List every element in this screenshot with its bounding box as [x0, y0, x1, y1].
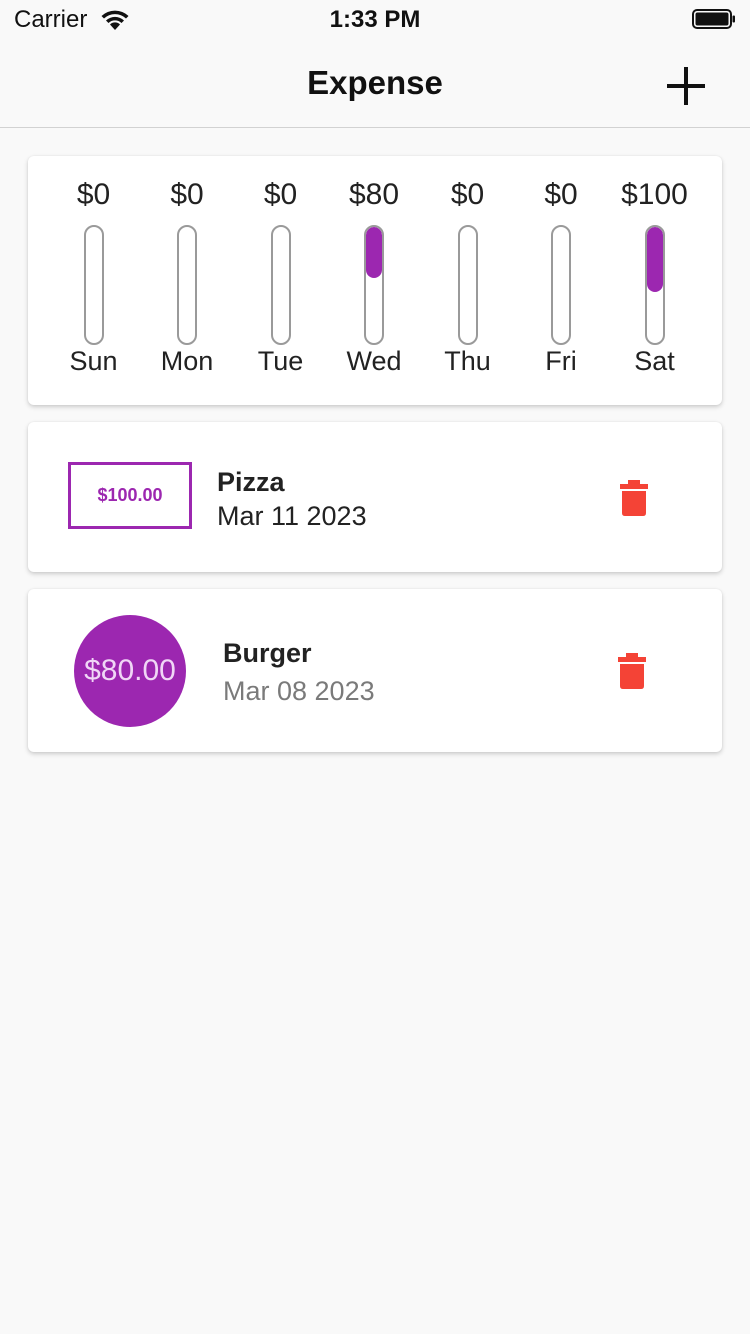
chart-bar-track — [364, 225, 384, 345]
chart-column-tue: $0 Tue — [234, 156, 327, 405]
trash-icon[interactable] — [617, 652, 647, 690]
chart-value-label: $100 — [621, 178, 688, 211]
chart-column-sat: $100 Sat — [608, 156, 701, 405]
transaction-card-pizza: $100.00 Pizza Mar 11 2023 — [28, 422, 722, 572]
chart-value-label: $0 — [170, 178, 204, 211]
chart-day-label: Mon — [160, 346, 214, 376]
chart-bar-fill — [646, 227, 663, 292]
chart-bar-track — [177, 225, 197, 345]
app-bar: Expense — [0, 40, 750, 128]
chart-bar-track — [644, 225, 665, 345]
battery-icon — [692, 9, 735, 29]
chart-bar-fill — [366, 227, 382, 279]
transaction-date: Mar 08 2023 — [223, 676, 375, 706]
chart-day-label: Wed — [346, 346, 402, 376]
chart-value-label: $0 — [544, 178, 578, 211]
chart-day-label: Tue — [257, 346, 304, 376]
chart-column-sun: $0 Sun — [47, 156, 140, 405]
weekly-chart-card: $0 Sun $0 Mon $0 Tue $80 Wed $0 Thu $0 Fri $100 Sat — [28, 156, 722, 405]
status-bar: Carrier 1:33 PM — [0, 0, 750, 40]
chart-value-label: $80 — [348, 178, 400, 211]
chart-column-mon: $0 Mon — [141, 156, 234, 405]
chart-value-label: $0 — [450, 178, 485, 211]
chart-day-label: Sun — [69, 346, 118, 376]
page-title: Expense — [307, 64, 443, 101]
chart-bar-track — [551, 225, 571, 345]
chart-value-label: $0 — [76, 178, 111, 211]
plus-icon[interactable] — [660, 60, 712, 112]
chart-column-wed: $80 Wed — [328, 156, 421, 405]
chart-bar-track — [270, 225, 291, 345]
chart-column-fri: $0 Fri — [515, 156, 608, 405]
transaction-title: Pizza — [217, 467, 285, 497]
amount-badge: $100.00 — [68, 462, 192, 529]
chart-day-label: Sat — [634, 346, 675, 376]
chart-value-label: $0 — [263, 178, 298, 211]
chart-column-thu: $0 Thu — [421, 156, 514, 405]
status-time: 1:33 PM — [329, 6, 421, 33]
chart-bar-track — [457, 225, 478, 345]
transaction-date: Mar 11 2023 — [217, 501, 367, 531]
chart-day-label: Thu — [444, 346, 491, 376]
chart-day-label: Fri — [545, 346, 577, 376]
trash-icon[interactable] — [619, 479, 649, 517]
transaction-title: Burger — [223, 638, 312, 668]
amount-avatar: $80.00 — [74, 615, 186, 727]
chart-bar-track — [83, 225, 104, 345]
transaction-card-burger: $80.00 Burger Mar 08 2023 — [28, 589, 722, 752]
